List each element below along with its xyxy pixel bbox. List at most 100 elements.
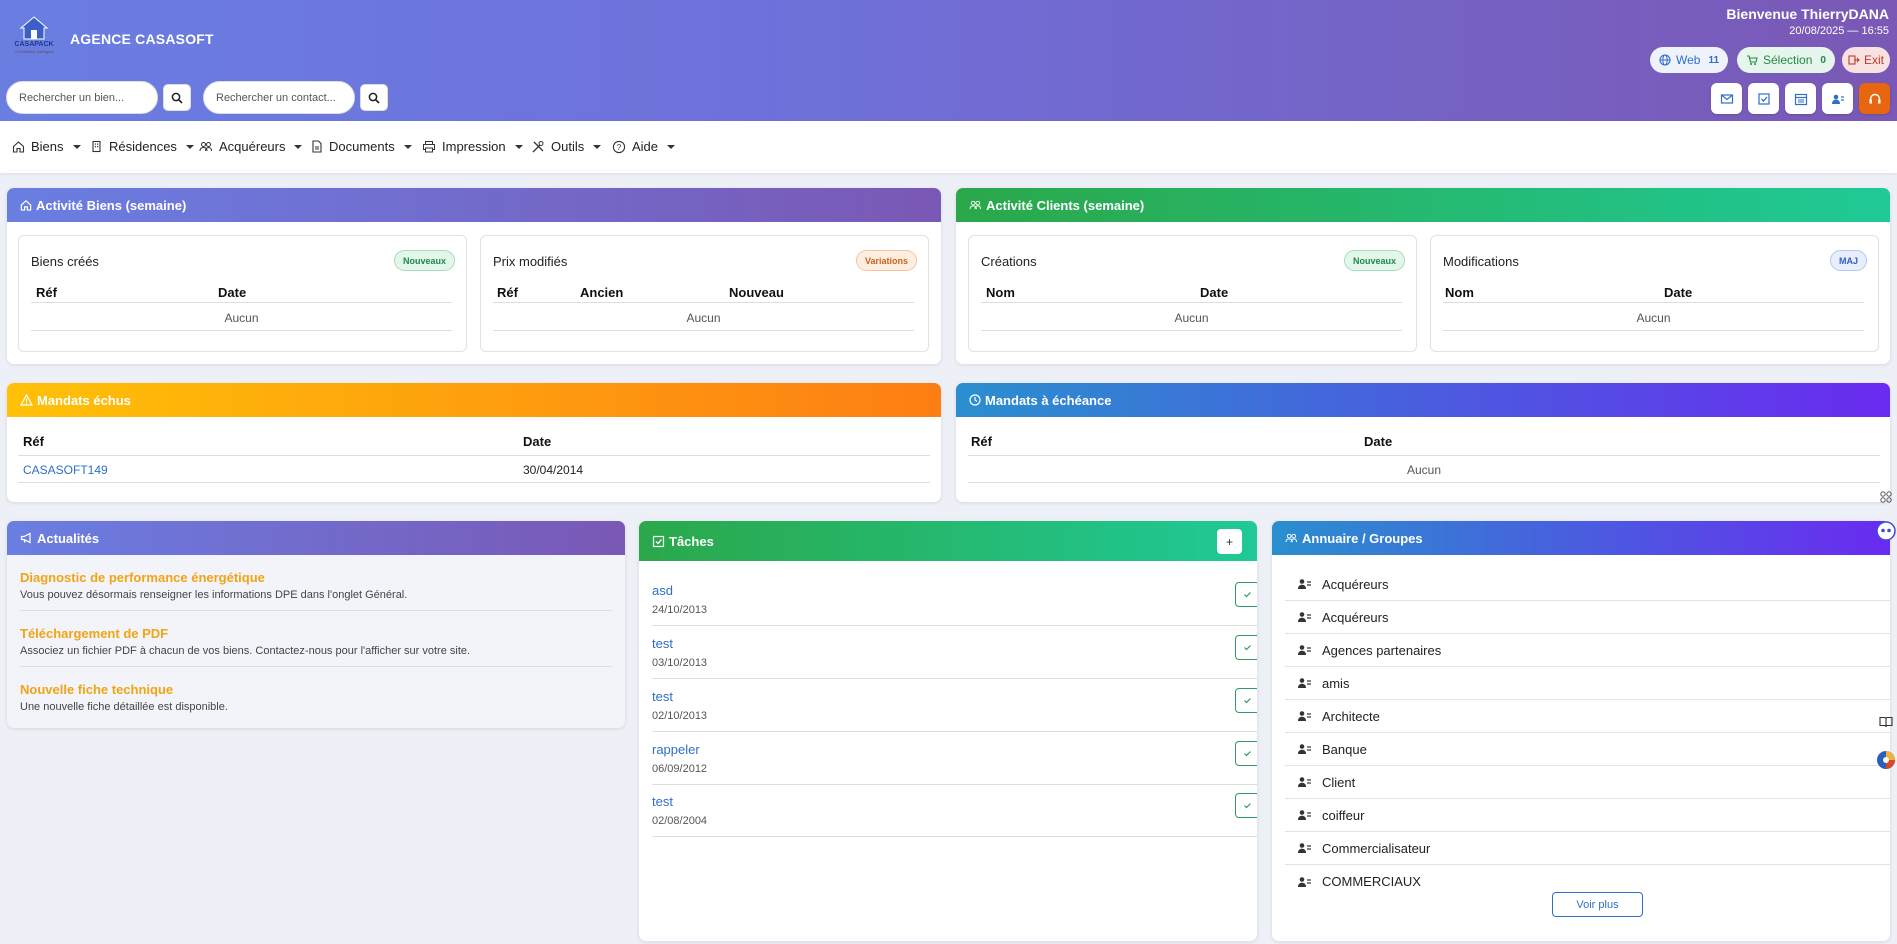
menu-documents[interactable]: Documents bbox=[311, 139, 412, 154]
task-divider bbox=[652, 625, 1257, 626]
annuaire-header: Annuaire / Groupes bbox=[1272, 521, 1890, 555]
task-item[interactable]: test 03/10/2013 bbox=[652, 635, 1257, 669]
person-card-icon bbox=[1297, 677, 1312, 689]
chevron-down-icon bbox=[593, 144, 602, 149]
color-wheel-icon[interactable] bbox=[1875, 749, 1897, 771]
menu-outils[interactable]: Outils bbox=[531, 139, 602, 154]
contacts-button[interactable] bbox=[1822, 83, 1853, 114]
table-divider bbox=[31, 330, 452, 331]
group-label: Agences partenaires bbox=[1322, 642, 1442, 658]
task-date: 06/09/2012 bbox=[652, 763, 708, 775]
task-name[interactable]: asd bbox=[652, 583, 1257, 598]
web-count: 11 bbox=[1708, 54, 1720, 66]
check-icon bbox=[1244, 751, 1251, 757]
group-row[interactable]: Acquéreurs49 bbox=[1285, 568, 1890, 601]
news-title: Diagnostic de performance énergétique bbox=[20, 570, 265, 585]
menu-biens-label: Biens bbox=[31, 139, 64, 154]
complete-task-button[interactable] bbox=[1235, 741, 1257, 766]
col-date: Date bbox=[523, 434, 552, 449]
support-button[interactable] bbox=[1859, 83, 1890, 114]
globe-icon bbox=[1659, 54, 1671, 66]
checkbox-icon bbox=[652, 535, 665, 547]
tasks-button[interactable] bbox=[1748, 83, 1779, 114]
messages-button[interactable] bbox=[1711, 83, 1742, 114]
task-name[interactable]: test bbox=[652, 794, 1257, 809]
menu-acquereurs[interactable]: Acquéreurs bbox=[199, 139, 303, 154]
creations-title: Créations bbox=[981, 254, 1037, 269]
group-row[interactable]: Client67 bbox=[1285, 766, 1890, 799]
empty-message: Aucun bbox=[224, 311, 259, 325]
contact-search-button[interactable] bbox=[360, 84, 388, 111]
contact-search-input[interactable]: Rechercher un contact... bbox=[203, 81, 355, 114]
prix-modifies-panel: Prix modifiés Variations Réf Ancien Nouv… bbox=[480, 235, 929, 352]
table-divider bbox=[493, 302, 914, 303]
maj-badge: MAJ bbox=[1829, 250, 1867, 271]
checklist-icon bbox=[1757, 92, 1770, 105]
table-divider bbox=[1443, 330, 1864, 331]
group-row[interactable]: coiffeur1 bbox=[1285, 799, 1890, 832]
book-icon[interactable] bbox=[1875, 711, 1897, 733]
company-logo[interactable]: CASAPACK L'immobilier intelligent bbox=[10, 15, 58, 57]
news-item[interactable]: Diagnostic de performance énergétique Vo… bbox=[20, 570, 407, 601]
complete-task-button[interactable] bbox=[1235, 688, 1257, 713]
current-datetime: 20/08/2025 — 16:55 bbox=[1789, 25, 1889, 37]
chat-bot-icon[interactable] bbox=[1875, 520, 1897, 542]
task-date: 02/10/2013 bbox=[652, 710, 708, 722]
property-search-button[interactable] bbox=[163, 84, 191, 111]
actualites-header: Actualités bbox=[7, 521, 625, 555]
chevron-down-icon bbox=[185, 144, 194, 149]
group-row[interactable]: Architecte1 bbox=[1285, 700, 1890, 733]
group-label: Client bbox=[1322, 774, 1356, 790]
task-divider bbox=[652, 678, 1257, 679]
task-name[interactable]: test bbox=[652, 689, 1257, 704]
megaphone-icon bbox=[20, 532, 31, 544]
complete-task-button[interactable] bbox=[1235, 793, 1257, 818]
task-divider bbox=[652, 784, 1257, 785]
selection-pill-button[interactable]: Sélection 0 bbox=[1737, 47, 1835, 73]
mandats-echus-header: Mandats échus bbox=[7, 383, 941, 417]
task-name[interactable]: rappeler bbox=[652, 742, 1257, 757]
task-divider bbox=[652, 836, 1257, 837]
voir-plus-button[interactable]: Voir plus bbox=[1552, 892, 1643, 917]
task-item[interactable]: test 02/10/2013 bbox=[652, 688, 1257, 722]
menu-impression[interactable]: Impression bbox=[422, 139, 523, 154]
news-item[interactable]: Nouvelle fiche technique Une nouvelle fi… bbox=[20, 682, 228, 713]
task-name[interactable]: test bbox=[652, 636, 1257, 651]
calendar-icon bbox=[1794, 93, 1807, 105]
table-divider bbox=[493, 330, 914, 331]
exit-button[interactable]: Exit bbox=[1842, 47, 1890, 73]
check-icon bbox=[1244, 592, 1251, 598]
empty-message: Aucun bbox=[1174, 311, 1209, 325]
news-item[interactable]: Téléchargement de PDF Associez un fichie… bbox=[20, 626, 470, 657]
agenda-button[interactable] bbox=[1785, 83, 1816, 114]
table-divider bbox=[968, 455, 1880, 456]
group-row[interactable]: Banque1 bbox=[1285, 733, 1890, 766]
news-title: Téléchargement de PDF bbox=[20, 626, 169, 641]
menu-biens[interactable]: Biens bbox=[12, 139, 81, 154]
group-row[interactable]: Commercialisateur2 bbox=[1285, 832, 1890, 865]
mandat-date: 30/04/2014 bbox=[523, 463, 584, 477]
group-row[interactable]: amis2 bbox=[1285, 667, 1890, 700]
news-text: Associez un fichier PDF à chacun de vos … bbox=[20, 645, 471, 657]
menu-aide[interactable]: ? Aide bbox=[612, 139, 676, 154]
complete-task-button[interactable] bbox=[1235, 635, 1257, 660]
property-search-input[interactable]: Rechercher un bien... bbox=[6, 81, 158, 114]
users-icon bbox=[1285, 533, 1298, 543]
logo-tagline: L'immobilier intelligent bbox=[14, 49, 54, 54]
web-pill-button[interactable]: Web 11 bbox=[1650, 47, 1729, 73]
exit-icon bbox=[1848, 55, 1860, 65]
grid-widget-icon[interactable] bbox=[1875, 486, 1897, 508]
group-row[interactable]: Acquéreurs1 bbox=[1285, 601, 1890, 634]
empty-message: Aucun bbox=[1406, 463, 1442, 477]
menu-residences[interactable]: Résidences bbox=[90, 139, 194, 154]
mandat-ref-link[interactable]: CASASOFT149 bbox=[23, 463, 108, 477]
actualites-title: Actualités bbox=[37, 530, 100, 546]
annuaire-title: Annuaire / Groupes bbox=[1302, 530, 1423, 546]
task-item[interactable]: rappeler 06/09/2012 bbox=[652, 741, 1257, 775]
task-item[interactable]: asd 24/10/2013 bbox=[652, 582, 1257, 616]
task-item[interactable]: test 02/08/2004 bbox=[652, 793, 1257, 827]
add-task-button[interactable]: + bbox=[1217, 529, 1242, 554]
complete-task-button[interactable] bbox=[1235, 582, 1257, 607]
group-row[interactable]: Agences partenaires2 bbox=[1285, 634, 1890, 667]
person-card-icon bbox=[1297, 842, 1312, 854]
